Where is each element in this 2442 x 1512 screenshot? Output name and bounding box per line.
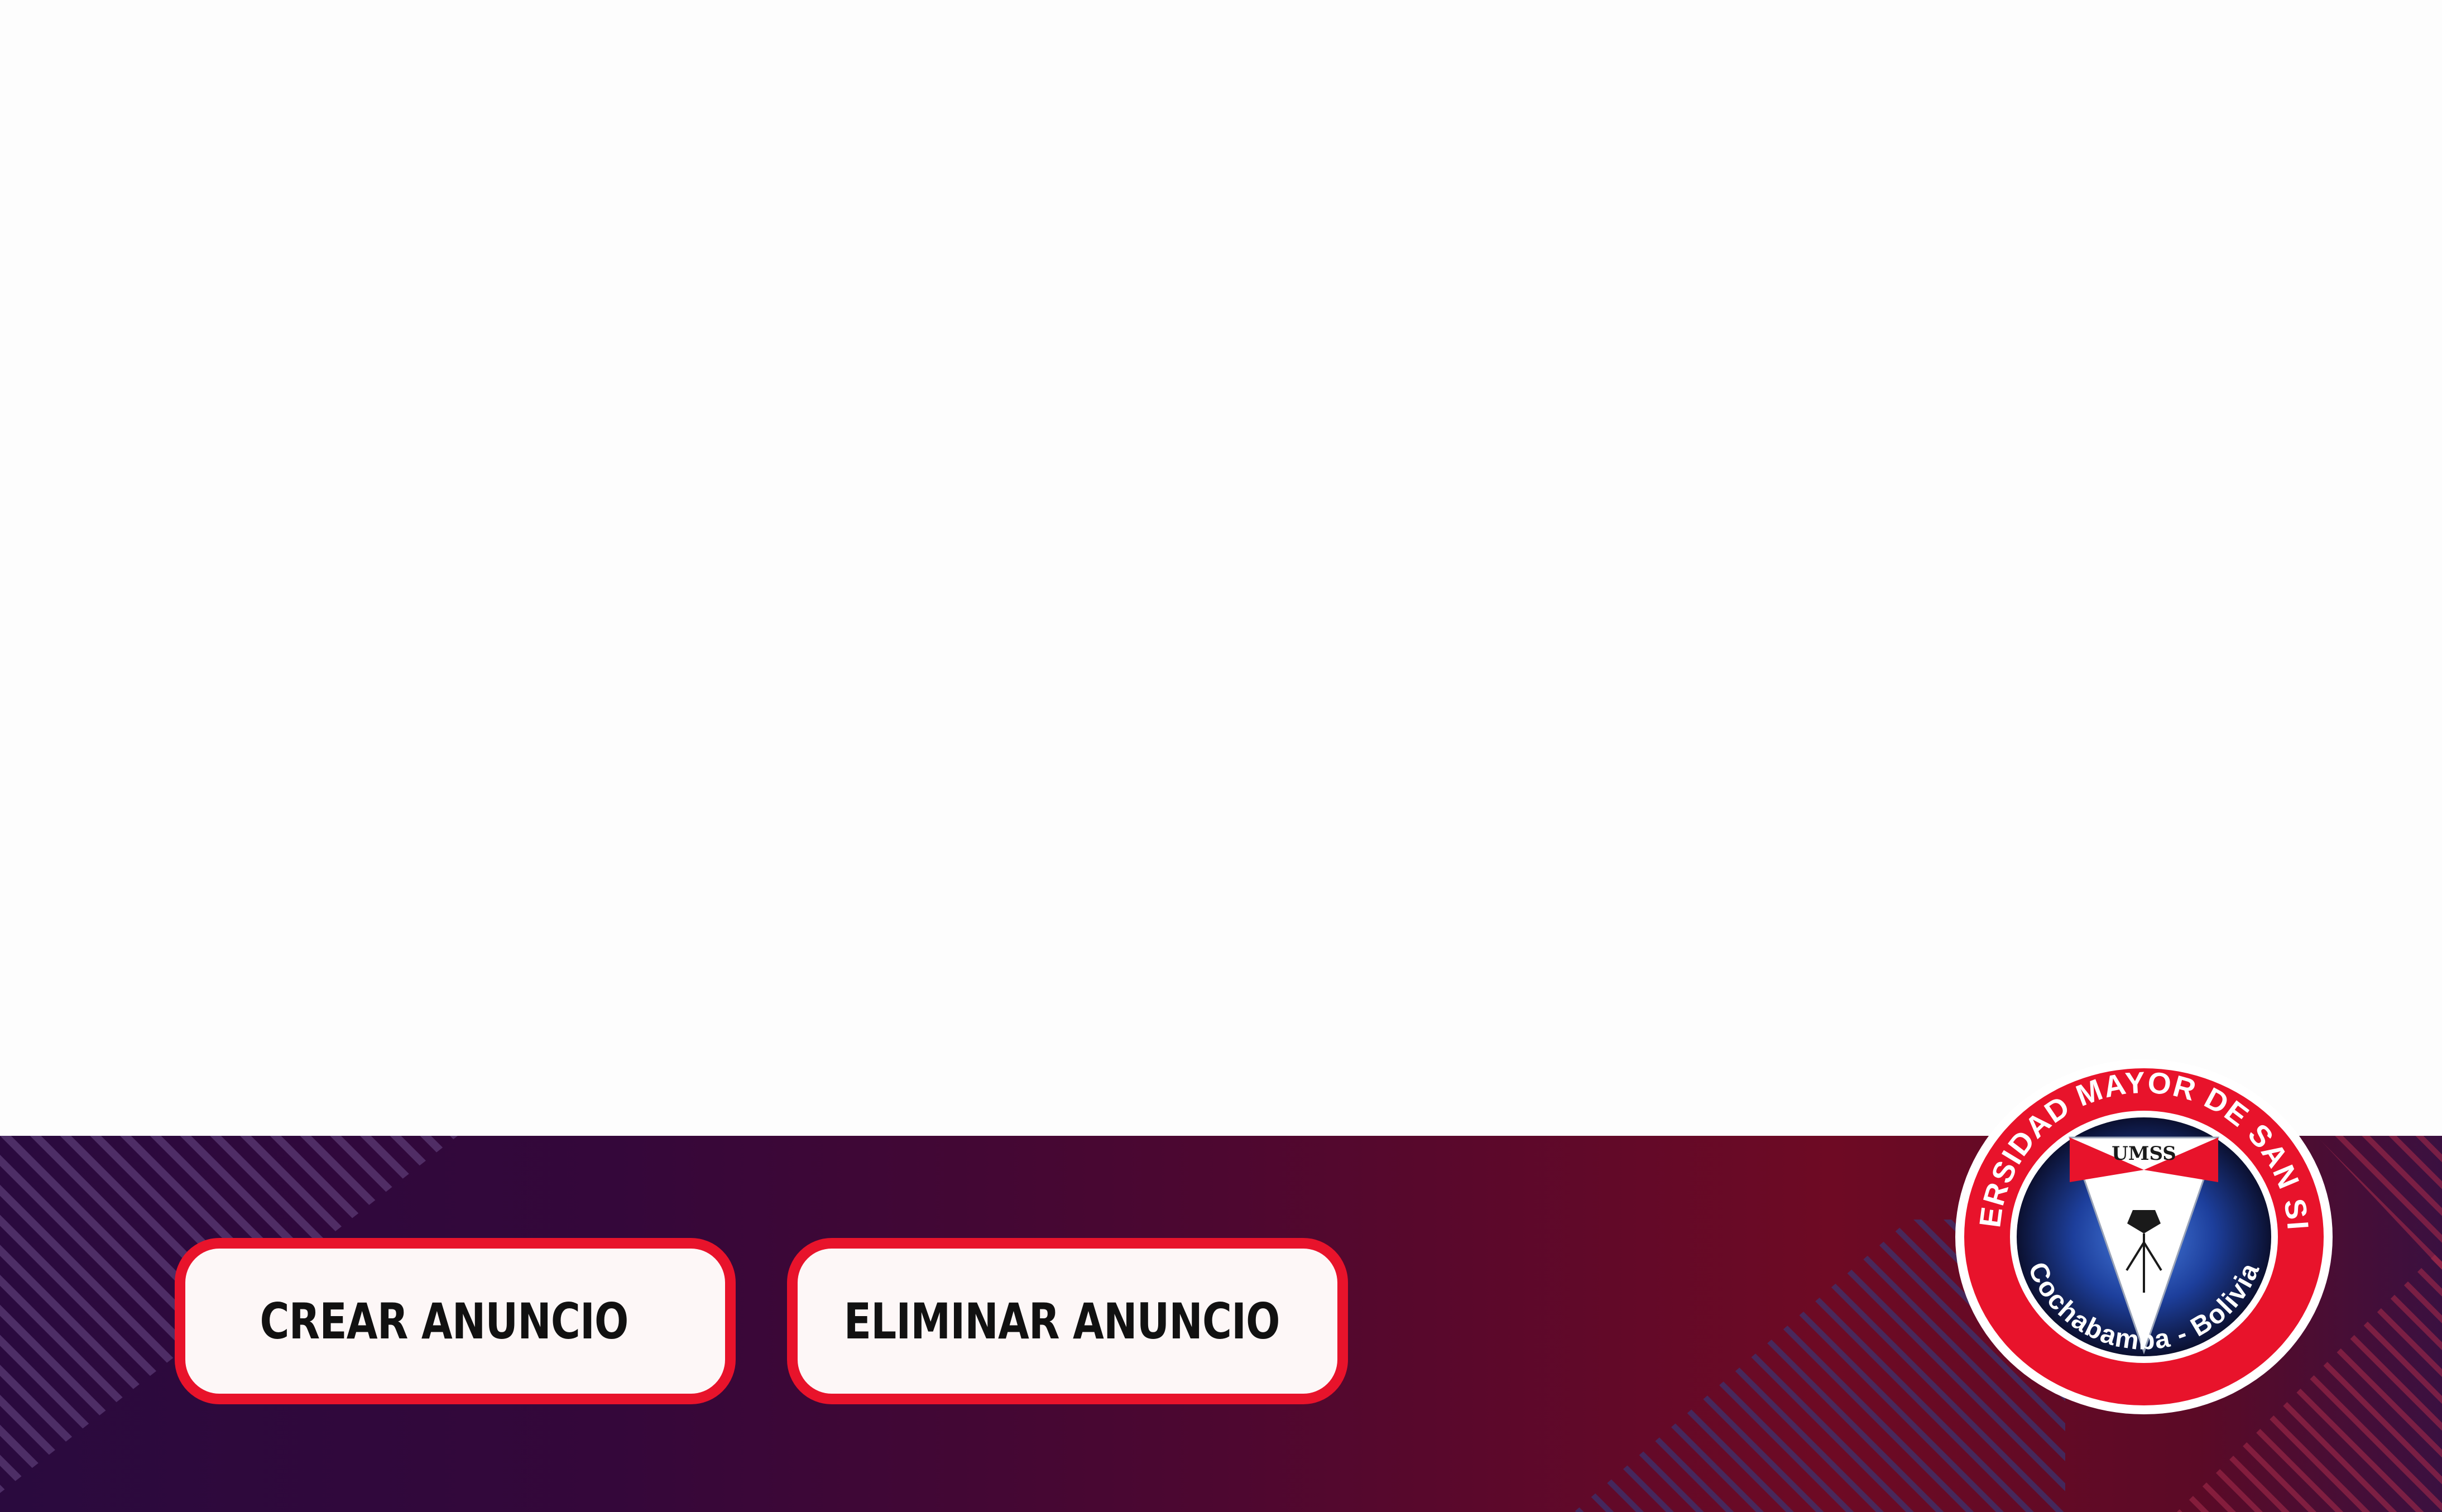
create-announcement-label: CREAR ANUNCIO [260,1292,629,1350]
shield-text: UMSS [2112,1143,2176,1165]
delete-announcement-button[interactable]: ELIMINAR ANUNCIO [787,1238,1348,1404]
create-announcement-button[interactable]: CREAR ANUNCIO [175,1238,736,1404]
delete-announcement-label: ELIMINAR ANUNCIO [844,1292,1280,1350]
content-area [0,0,2442,1136]
university-seal-logo: UMSS UNIVERSIDAD MAYOR DE SAN SIMON Coch… [1954,1058,2333,1414]
